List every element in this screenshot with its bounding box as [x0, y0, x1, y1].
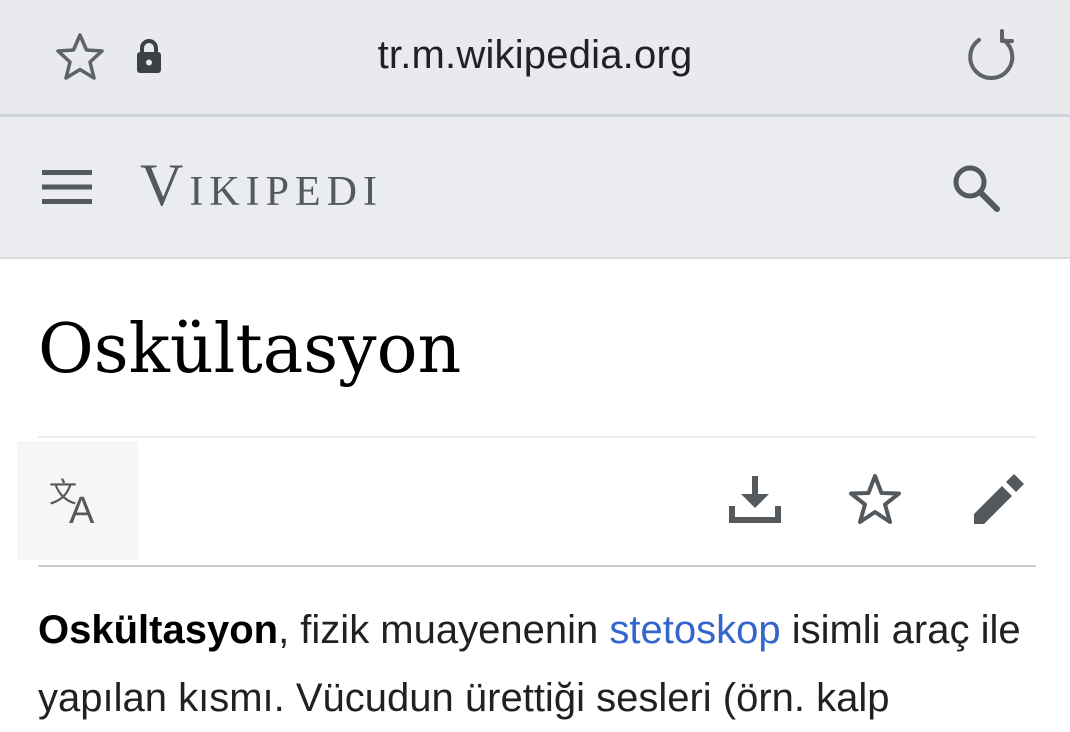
url-text[interactable]: tr.m.wikipedia.org — [0, 33, 1070, 78]
page-title: Oskültasyon — [38, 310, 462, 389]
reload-icon[interactable] — [964, 29, 1020, 85]
language-button[interactable]: 文 A — [17, 441, 138, 560]
pencil-icon[interactable] — [966, 470, 1026, 530]
site-header: Vikipedi — [0, 117, 1070, 259]
search-icon[interactable] — [948, 160, 1004, 216]
actions-divider — [38, 565, 1036, 567]
intro-paragraph: Oskültasyon, fizik muayenenin stetoskop … — [38, 596, 1038, 732]
bold-term: Oskültasyon — [38, 608, 279, 652]
hamburger-menu-icon[interactable] — [40, 164, 94, 210]
stetoskop-link[interactable]: stetoskop — [609, 608, 780, 652]
intro-text-1: , fizik muayenenin — [278, 608, 610, 652]
browser-url-bar: tr.m.wikipedia.org — [0, 0, 1070, 117]
svg-text:A: A — [69, 490, 95, 527]
wikipedia-logo[interactable]: Vikipedi — [140, 155, 383, 215]
title-divider — [38, 436, 1036, 438]
download-icon[interactable] — [725, 470, 785, 530]
language-icon: 文 A — [49, 476, 95, 527]
star-icon[interactable] — [845, 470, 905, 530]
